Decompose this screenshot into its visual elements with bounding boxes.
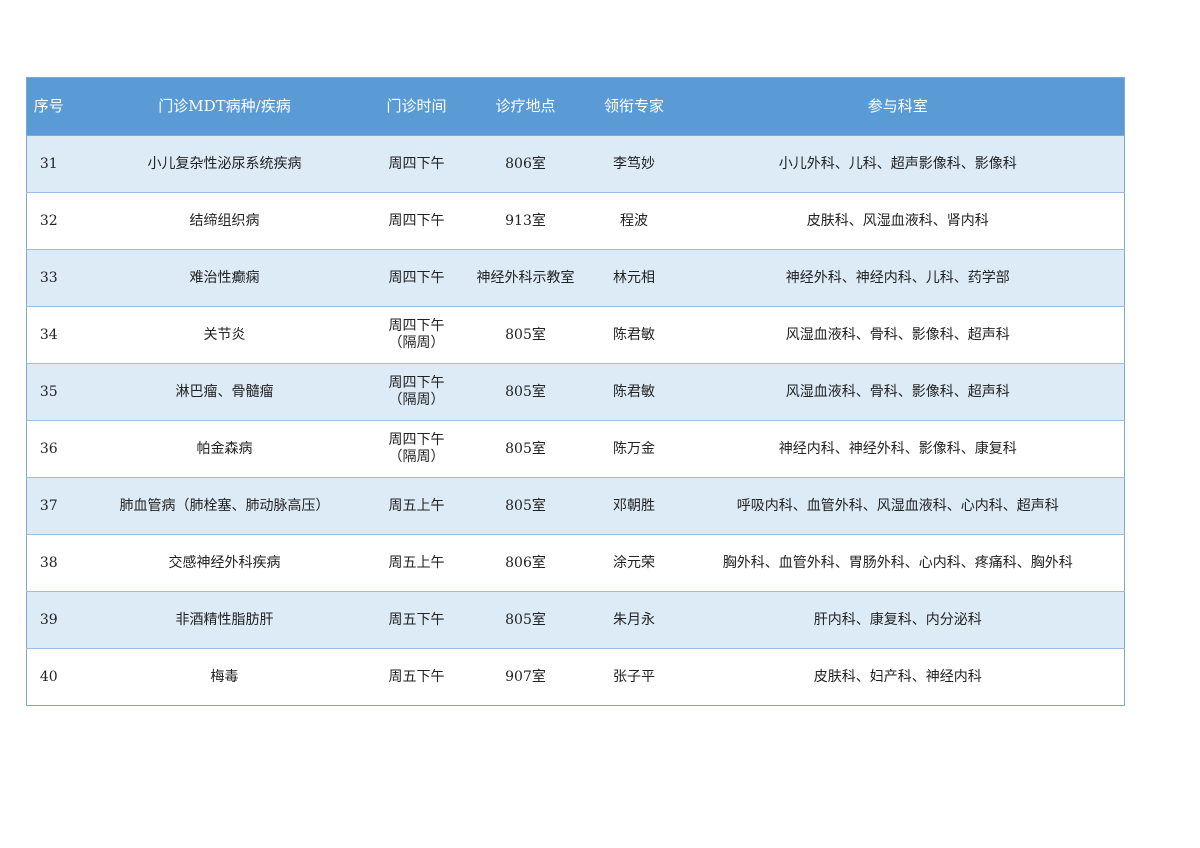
cell-index: 32 xyxy=(26,192,71,250)
cell-disease: 肺血管病（肺栓塞、肺动脉高压） xyxy=(70,477,379,535)
cell-time: 周五上午 xyxy=(378,477,455,535)
cell-departments: 风湿血液科、骨科、影像科、超声科 xyxy=(671,363,1125,421)
cell-disease: 交感神经外科疾病 xyxy=(70,534,379,592)
header-disease: 门诊MDT病种/疾病 xyxy=(70,77,379,136)
cell-index: 34 xyxy=(26,306,71,364)
cell-expert: 程波 xyxy=(596,192,672,250)
header-row: 序号 门诊MDT病种/疾病 门诊时间 诊疗地点 领衔专家 参与科室 xyxy=(26,77,1125,136)
cell-location: 805室 xyxy=(454,420,597,478)
cell-index: 39 xyxy=(26,591,71,649)
cell-location: 913室 xyxy=(454,192,597,250)
cell-disease: 关节炎 xyxy=(70,306,379,364)
cell-time: 周五下午 xyxy=(378,591,455,649)
cell-time: 周四下午 xyxy=(378,192,455,250)
cell-location: 805室 xyxy=(454,477,597,535)
cell-expert: 林元相 xyxy=(596,249,672,307)
cell-disease: 帕金森病 xyxy=(70,420,379,478)
cell-departments: 胸外科、血管外科、胃肠外科、心内科、疼痛科、胸外科 xyxy=(671,534,1125,592)
table-row: 38 交感神经外科疾病 周五上午 806室 涂元荣 胸外科、血管外科、胃肠外科、… xyxy=(26,534,1125,592)
table-row: 36 帕金森病 周四下午（隔周） 805室 陈万金 神经内科、神经外科、影像科、… xyxy=(26,420,1125,478)
cell-time: 周四下午（隔周） xyxy=(378,363,455,421)
mdt-schedule-table: 序号 门诊MDT病种/疾病 门诊时间 诊疗地点 领衔专家 参与科室 31 小儿复… xyxy=(26,77,1125,706)
cell-time: 周四下午（隔周） xyxy=(378,420,455,478)
cell-time: 周四下午（隔周） xyxy=(378,306,455,364)
cell-index: 37 xyxy=(26,477,71,535)
cell-location: 907室 xyxy=(454,648,597,706)
cell-expert: 陈君敏 xyxy=(596,306,672,364)
table-row: 37 肺血管病（肺栓塞、肺动脉高压） 周五上午 805室 邓朝胜 呼吸内科、血管… xyxy=(26,477,1125,535)
cell-index: 38 xyxy=(26,534,71,592)
table-row: 33 难治性癫痫 周四下午 神经外科示教室 林元相 神经外科、神经内科、儿科、药… xyxy=(26,249,1125,307)
table-row: 31 小儿复杂性泌尿系统疾病 周四下午 806室 李笃妙 小儿外科、儿科、超声影… xyxy=(26,135,1125,193)
cell-index: 31 xyxy=(26,135,71,193)
cell-time: 周五下午 xyxy=(378,648,455,706)
cell-departments: 小儿外科、儿科、超声影像科、影像科 xyxy=(671,135,1125,193)
header-index: 序号 xyxy=(26,77,71,136)
cell-expert: 张子平 xyxy=(596,648,672,706)
cell-departments: 皮肤科、妇产科、神经内科 xyxy=(671,648,1125,706)
cell-expert: 朱月永 xyxy=(596,591,672,649)
cell-expert: 陈君敏 xyxy=(596,363,672,421)
cell-departments: 神经内科、神经外科、影像科、康复科 xyxy=(671,420,1125,478)
cell-location: 806室 xyxy=(454,534,597,592)
header-location: 诊疗地点 xyxy=(454,77,597,136)
table-row: 39 非酒精性脂肪肝 周五下午 805室 朱月永 肝内科、康复科、内分泌科 xyxy=(26,591,1125,649)
cell-disease: 结缔组织病 xyxy=(70,192,379,250)
cell-expert: 陈万金 xyxy=(596,420,672,478)
cell-location: 805室 xyxy=(454,306,597,364)
cell-expert: 涂元荣 xyxy=(596,534,672,592)
cell-expert: 邓朝胜 xyxy=(596,477,672,535)
cell-departments: 呼吸内科、血管外科、风湿血液科、心内科、超声科 xyxy=(671,477,1125,535)
cell-disease: 非酒精性脂肪肝 xyxy=(70,591,379,649)
cell-time: 周五上午 xyxy=(378,534,455,592)
cell-departments: 皮肤科、风湿血液科、肾内科 xyxy=(671,192,1125,250)
table-row: 40 梅毒 周五下午 907室 张子平 皮肤科、妇产科、神经内科 xyxy=(26,648,1125,706)
cell-disease: 淋巴瘤、骨髓瘤 xyxy=(70,363,379,421)
table-row: 35 淋巴瘤、骨髓瘤 周四下午（隔周） 805室 陈君敏 风湿血液科、骨科、影像… xyxy=(26,363,1125,421)
cell-index: 33 xyxy=(26,249,71,307)
cell-expert: 李笃妙 xyxy=(596,135,672,193)
cell-disease: 小儿复杂性泌尿系统疾病 xyxy=(70,135,379,193)
table-row: 34 关节炎 周四下午（隔周） 805室 陈君敏 风湿血液科、骨科、影像科、超声… xyxy=(26,306,1125,364)
cell-location: 神经外科示教室 xyxy=(454,249,597,307)
header-expert: 领衔专家 xyxy=(596,77,672,136)
cell-time: 周四下午 xyxy=(378,249,455,307)
cell-index: 40 xyxy=(26,648,71,706)
cell-departments: 肝内科、康复科、内分泌科 xyxy=(671,591,1125,649)
document-page: 序号 门诊MDT病种/疾病 门诊时间 诊疗地点 领衔专家 参与科室 31 小儿复… xyxy=(0,0,1200,848)
table-row: 32 结缔组织病 周四下午 913室 程波 皮肤科、风湿血液科、肾内科 xyxy=(26,192,1125,250)
cell-index: 36 xyxy=(26,420,71,478)
cell-location: 805室 xyxy=(454,363,597,421)
cell-index: 35 xyxy=(26,363,71,421)
header-departments: 参与科室 xyxy=(671,77,1125,136)
cell-location: 806室 xyxy=(454,135,597,193)
cell-disease: 梅毒 xyxy=(70,648,379,706)
header-time: 门诊时间 xyxy=(378,77,455,136)
cell-time: 周四下午 xyxy=(378,135,455,193)
cell-departments: 神经外科、神经内科、儿科、药学部 xyxy=(671,249,1125,307)
cell-disease: 难治性癫痫 xyxy=(70,249,379,307)
cell-location: 805室 xyxy=(454,591,597,649)
table-header: 序号 门诊MDT病种/疾病 门诊时间 诊疗地点 领衔专家 参与科室 xyxy=(26,77,1125,136)
table-body: 31 小儿复杂性泌尿系统疾病 周四下午 806室 李笃妙 小儿外科、儿科、超声影… xyxy=(26,135,1125,706)
cell-departments: 风湿血液科、骨科、影像科、超声科 xyxy=(671,306,1125,364)
